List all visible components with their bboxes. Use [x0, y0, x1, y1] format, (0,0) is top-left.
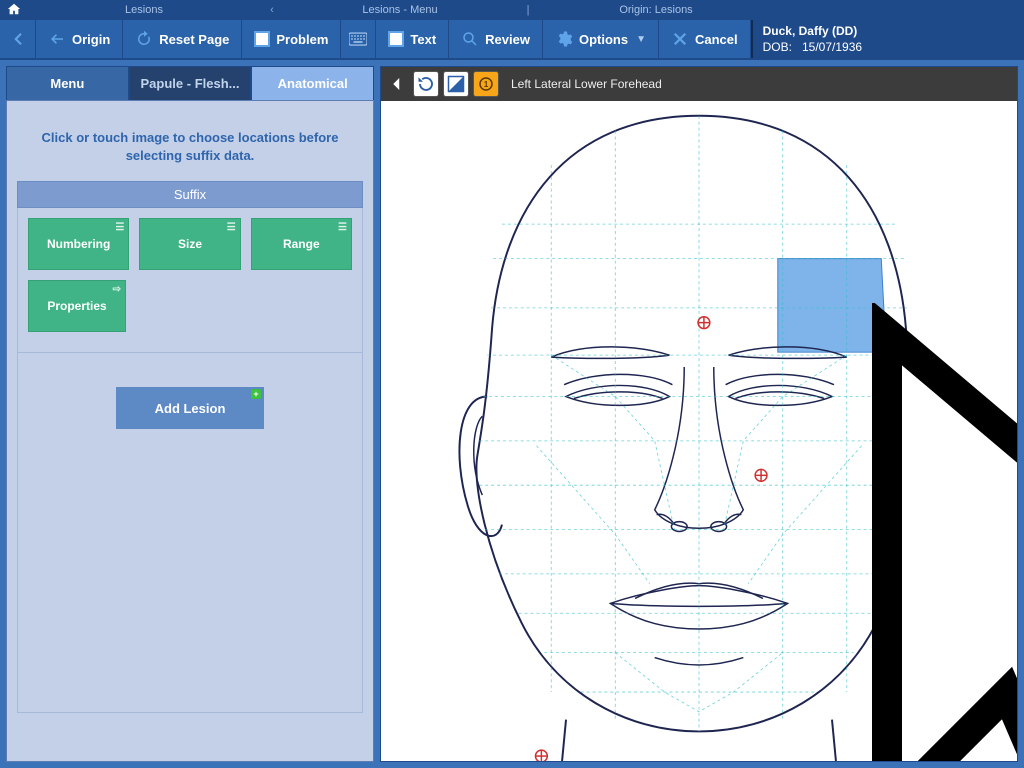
dob-label: DOB: [763, 40, 792, 54]
suffix-header: Suffix [17, 181, 363, 208]
lesion-marker[interactable] [535, 750, 547, 761]
arrow-icon: ⇨ [113, 284, 121, 295]
panel-instructions: Click or touch image to choose locations… [17, 111, 363, 181]
canvas-toolbar: 1 Left Lateral Lower Forehead [381, 67, 1017, 101]
reload-tool[interactable] [413, 71, 439, 97]
reset-page-button[interactable]: Reset Page [123, 20, 242, 58]
checkbox-icon [388, 31, 404, 47]
text-button[interactable]: Text [376, 20, 449, 58]
range-label: Range [283, 237, 320, 251]
lesion-marker[interactable] [755, 469, 767, 481]
anatomical-canvas[interactable] [381, 101, 1017, 761]
cancel-label: Cancel [695, 32, 738, 47]
suffix-body: Numbering ☰ Size ☰ Range ☰ Properties [17, 208, 363, 353]
lesion-marker[interactable] [698, 317, 710, 329]
properties-label: Properties [47, 299, 106, 313]
keyboard-button[interactable] [341, 20, 376, 58]
numbering-button[interactable]: Numbering ☰ [28, 218, 129, 270]
close-icon [671, 30, 689, 48]
patient-name: Duck, Daffy (DD) [763, 24, 1014, 40]
panel-body: Click or touch image to choose locations… [6, 100, 374, 762]
numbering-label: Numbering [47, 237, 110, 251]
breadcrumb-item-2[interactable]: Lesions - Menu [280, 4, 520, 16]
home-icon[interactable] [4, 2, 24, 19]
range-button[interactable]: Range ☰ [251, 218, 352, 270]
reset-page-label: Reset Page [159, 32, 229, 47]
tab-menu[interactable]: Menu [6, 66, 129, 100]
main-area: Menu Papule - Flesh... Anatomical Click … [0, 60, 1024, 768]
main-toolbar: Origin Reset Page Problem Text Review Op… [0, 20, 1024, 60]
add-lesion-button[interactable]: Add Lesion + [116, 387, 264, 429]
list-icon: ☰ [115, 222, 124, 233]
size-button[interactable]: Size ☰ [139, 218, 240, 270]
panel-tabs: Menu Papule - Flesh... Anatomical [6, 66, 374, 100]
problem-button[interactable]: Problem [242, 20, 341, 58]
gear-icon [555, 30, 573, 48]
back-button[interactable] [0, 20, 36, 58]
breadcrumb-item-1[interactable]: Lesions [24, 4, 264, 16]
text-label: Text [410, 32, 436, 47]
right-panel: 1 Left Lateral Lower Forehead [380, 66, 1018, 762]
tab-papule[interactable]: Papule - Flesh... [129, 66, 252, 100]
add-lesion-label: Add Lesion [155, 401, 226, 416]
chevron-down-icon: ▼ [636, 34, 646, 45]
problem-label: Problem [276, 32, 328, 47]
list-icon: ☰ [338, 222, 347, 233]
action-area: Add Lesion + [17, 353, 363, 713]
svg-text:1: 1 [484, 80, 489, 89]
size-label: Size [178, 237, 202, 251]
dob-value: 15/07/1936 [802, 40, 862, 54]
list-icon: ☰ [227, 222, 236, 233]
tab-anatomical[interactable]: Anatomical [251, 66, 374, 100]
origin-label: Origin [72, 32, 110, 47]
breadcrumb-bar: Lesions ‹ Lesions - Menu | Origin: Lesio… [0, 0, 1024, 20]
arrow-left-icon [48, 30, 66, 48]
canvas-back-button[interactable] [385, 72, 409, 96]
review-label: Review [485, 32, 530, 47]
patient-info: Duck, Daffy (DD) DOB: 15/07/1936 [751, 20, 1024, 58]
breadcrumb-sep: ‹ [264, 4, 280, 16]
breadcrumb-sep: | [520, 4, 536, 16]
cancel-button[interactable]: Cancel [659, 20, 751, 58]
contrast-tool[interactable] [443, 71, 469, 97]
magnify-icon [461, 30, 479, 48]
breadcrumb-item-3[interactable]: Origin: Lesions [536, 4, 776, 16]
marker-tool[interactable]: 1 [473, 71, 499, 97]
options-label: Options [579, 32, 628, 47]
plus-icon: + [251, 389, 261, 399]
chevron-left-icon [9, 30, 27, 48]
refresh-icon [135, 30, 153, 48]
review-button[interactable]: Review [449, 20, 543, 58]
origin-button[interactable]: Origin [36, 20, 123, 58]
region-label: Left Lateral Lower Forehead [511, 77, 662, 91]
keyboard-icon [349, 30, 367, 48]
left-panel: Menu Papule - Flesh... Anatomical Click … [6, 66, 374, 762]
properties-button[interactable]: Properties ⇨ [28, 280, 126, 332]
options-button[interactable]: Options ▼ [543, 20, 659, 58]
checkbox-icon [254, 31, 270, 47]
